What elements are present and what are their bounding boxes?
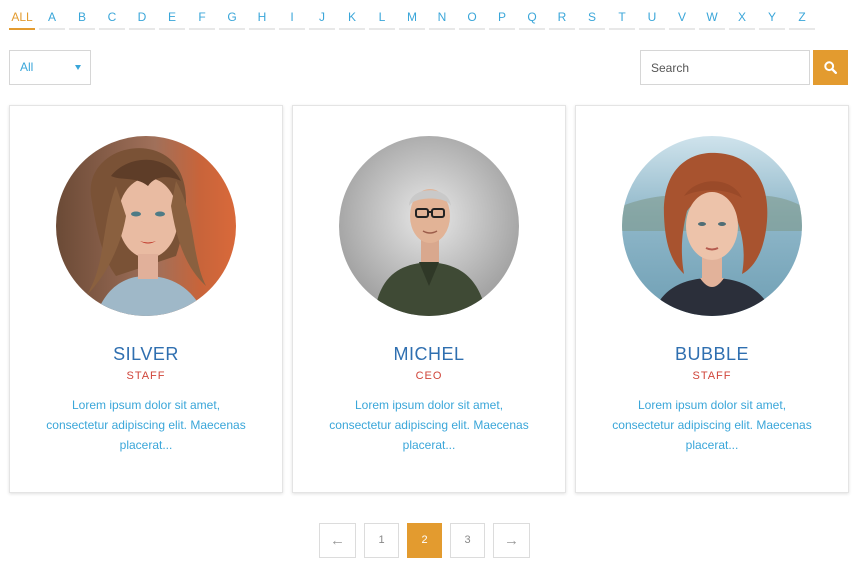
alpha-filter-f[interactable]: F	[189, 8, 215, 30]
alpha-filter-e[interactable]: E	[159, 8, 185, 30]
team-card[interactable]: MICHEL CEO Lorem ipsum dolor sit amet, c…	[292, 105, 566, 493]
page-button-2[interactable]: 2	[407, 523, 442, 558]
alpha-filter-i[interactable]: I	[279, 8, 305, 30]
card-role: STAFF	[692, 370, 732, 382]
alpha-filter-x[interactable]: X	[729, 8, 755, 30]
alpha-filter-k[interactable]: K	[339, 8, 365, 30]
card-description: Lorem ipsum dolor sit amet, consectetur …	[46, 398, 246, 452]
alpha-filter-w[interactable]: W	[699, 8, 725, 30]
team-card[interactable]: BUBBLE STAFF Lorem ipsum dolor sit amet,…	[575, 105, 849, 493]
search-button[interactable]	[813, 50, 848, 85]
card-role: STAFF	[126, 370, 166, 382]
chevron-down-icon	[75, 65, 81, 70]
card-role: CEO	[415, 370, 443, 382]
alpha-filter-j[interactable]: J	[309, 8, 335, 30]
team-card[interactable]: SILVER STAFF Lorem ipsum dolor sit amet,…	[9, 105, 283, 493]
card-description: Lorem ipsum dolor sit amet, consectetur …	[612, 398, 812, 452]
alpha-filter-c[interactable]: C	[99, 8, 125, 30]
card-name[interactable]: SILVER	[10, 344, 282, 365]
role-select-value: All	[20, 60, 34, 74]
avatar	[622, 136, 802, 316]
alpha-filter-r[interactable]: R	[549, 8, 575, 30]
alpha-filter-m[interactable]: M	[399, 8, 425, 30]
prev-page-button[interactable]: ←	[319, 523, 356, 558]
alpha-filter-q[interactable]: Q	[519, 8, 545, 30]
search-icon	[824, 61, 837, 74]
card-description: Lorem ipsum dolor sit amet, consectetur …	[329, 398, 529, 452]
alpha-filter-l[interactable]: L	[369, 8, 395, 30]
alpha-filter-y[interactable]: Y	[759, 8, 785, 30]
alpha-filter-n[interactable]: N	[429, 8, 455, 30]
alpha-filter-o[interactable]: O	[459, 8, 485, 30]
pagination: ← 1 2 3 →	[319, 523, 538, 558]
alpha-filter-v[interactable]: V	[669, 8, 695, 30]
alpha-filter-g[interactable]: G	[219, 8, 245, 30]
card-name[interactable]: MICHEL	[293, 344, 565, 365]
next-page-button[interactable]: →	[493, 523, 530, 558]
alphabet-filter: ALL A B C D E F G H I J K L M N O P Q R S T U V W X Y Z	[9, 8, 819, 30]
alpha-filter-d[interactable]: D	[129, 8, 155, 30]
page-button-1[interactable]: 1	[364, 523, 399, 558]
page-button-3[interactable]: 3	[450, 523, 485, 558]
card-name[interactable]: BUBBLE	[576, 344, 848, 365]
alpha-filter-h[interactable]: H	[249, 8, 275, 30]
team-card-list: SILVER STAFF Lorem ipsum dolor sit amet,…	[9, 105, 858, 493]
alpha-filter-b[interactable]: B	[69, 8, 95, 30]
alpha-filter-z[interactable]: Z	[789, 8, 815, 30]
avatar	[339, 136, 519, 316]
role-select[interactable]: All	[9, 50, 91, 85]
alpha-filter-t[interactable]: T	[609, 8, 635, 30]
alpha-filter-all[interactable]: ALL	[9, 8, 35, 30]
search-input[interactable]	[640, 50, 810, 85]
avatar	[56, 136, 236, 316]
alpha-filter-s[interactable]: S	[579, 8, 605, 30]
alpha-filter-a[interactable]: A	[39, 8, 65, 30]
alpha-filter-u[interactable]: U	[639, 8, 665, 30]
alpha-filter-p[interactable]: P	[489, 8, 515, 30]
